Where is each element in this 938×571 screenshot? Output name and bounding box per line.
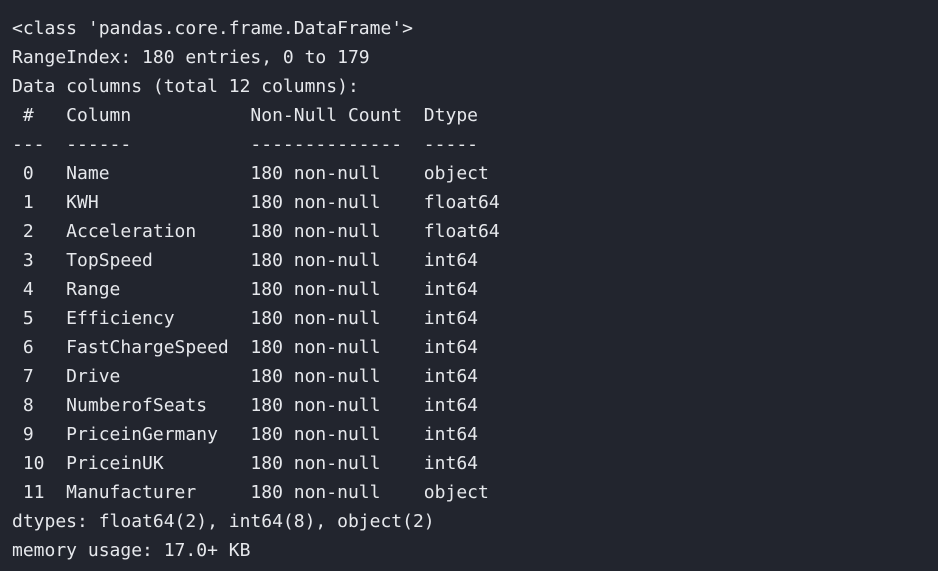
table-row: 7 Drive 180 non-null int64	[12, 366, 500, 387]
table-row: 3 TopSpeed 180 non-null int64	[12, 250, 500, 271]
dtypes-summary-line: dtypes: float64(2), int64(8), object(2)	[12, 511, 435, 532]
table-row: 11 Manufacturer 180 non-null object	[12, 482, 500, 503]
dataframe-info-output: <class 'pandas.core.frame.DataFrame'> Ra…	[0, 0, 938, 571]
range-index-line: RangeIndex: 180 entries, 0 to 179	[12, 47, 370, 68]
table-row: 10 PriceinUK 180 non-null int64	[12, 453, 500, 474]
table-row: 2 Acceleration 180 non-null float64	[12, 221, 500, 242]
data-columns-line: Data columns (total 12 columns):	[12, 76, 359, 97]
table-row: 0 Name 180 non-null object	[12, 163, 500, 184]
memory-usage-line: memory usage: 17.0+ KB	[12, 540, 251, 561]
table-row: 8 NumberofSeats 180 non-null int64	[12, 395, 500, 416]
table-header-line: # Column Non-Null Count Dtype	[12, 105, 500, 126]
table-row: 9 PriceinGermany 180 non-null int64	[12, 424, 500, 445]
table-row: 4 Range 180 non-null int64	[12, 279, 500, 300]
dataframe-class-line: <class 'pandas.core.frame.DataFrame'>	[12, 18, 413, 39]
table-row: 5 Efficiency 180 non-null int64	[12, 308, 500, 329]
table-separator-line: --- ------ -------------- -----	[12, 134, 500, 155]
table-row: 1 KWH 180 non-null float64	[12, 192, 500, 213]
table-row: 6 FastChargeSpeed 180 non-null int64	[12, 337, 500, 358]
